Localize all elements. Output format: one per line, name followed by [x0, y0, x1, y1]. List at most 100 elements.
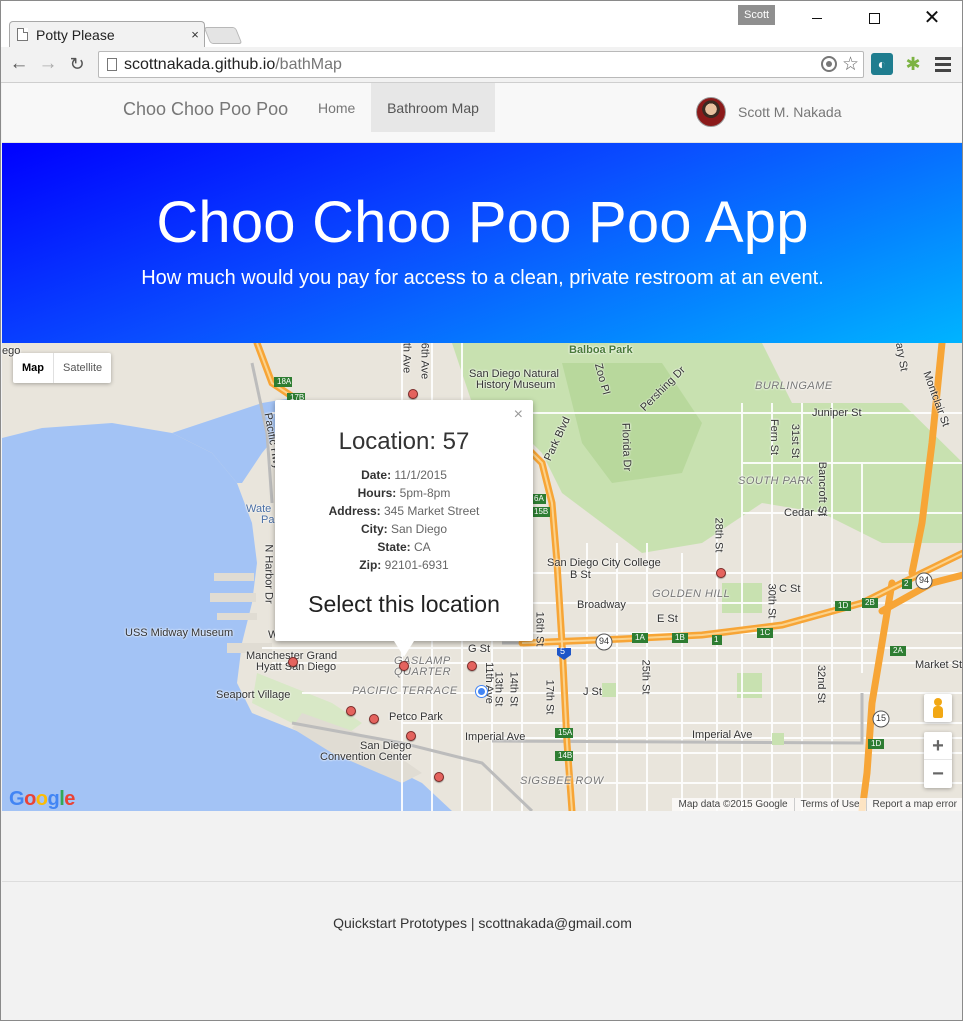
map-label: Imperial Ave: [465, 731, 526, 743]
exit-shield-label: 1B: [675, 633, 685, 642]
nav-item-bathroom-map[interactable]: Bathroom Map: [371, 83, 495, 132]
map-label: 4th Ave: [400, 343, 413, 374]
browser-toolbar: ← → ↻ scottnakada.github.io/bathMap ☆ ◐ …: [1, 47, 962, 83]
close-icon: ✕: [923, 7, 941, 29]
select-location-link[interactable]: Select this location: [275, 591, 533, 618]
exit-shield-label: 1D: [838, 601, 849, 610]
map-label: Balboa Park: [569, 344, 633, 356]
menu-icon[interactable]: [935, 54, 951, 74]
location-marker[interactable]: [369, 714, 379, 724]
location-marker[interactable]: [716, 568, 726, 578]
location-marker[interactable]: [288, 657, 298, 667]
location-target-icon[interactable]: [821, 56, 837, 72]
map-label: Seaport Village: [216, 689, 291, 701]
map-label: 31st St: [789, 423, 802, 459]
android-extension-icon[interactable]: ✱: [902, 53, 924, 75]
hero-subtitle: How much would you pay for access to a c…: [141, 267, 824, 289]
map-label: 28th St: [712, 517, 725, 553]
map-label: Petco Park: [389, 711, 443, 723]
brand-link[interactable]: Choo Choo Poo Poo: [123, 99, 288, 120]
extension-icon[interactable]: ◐: [871, 53, 893, 75]
street-view-pegman-icon[interactable]: [924, 694, 952, 722]
map-label: Broadway: [577, 599, 626, 611]
exit-shield-label: 15B: [534, 507, 549, 516]
map-label: N Harbor Dr: [262, 544, 275, 604]
map-label: Fern St: [768, 418, 781, 456]
google-map[interactable]: Map Satellite ego Balboa Park San Diego …: [2, 343, 962, 811]
zoom-control: + −: [924, 732, 952, 788]
detail-row-hours: Hours: 5pm-8pm: [357, 486, 451, 500]
minimize-icon: [812, 17, 822, 19]
maximize-button[interactable]: [851, 3, 897, 33]
map-label: 30th St: [765, 583, 778, 619]
route-shield-label: 94: [599, 636, 610, 646]
exit-shield-label: 18A: [277, 377, 292, 386]
location-marker[interactable]: [346, 706, 356, 716]
map-label: USS Midway Museum: [125, 627, 234, 639]
maximize-icon: [868, 12, 880, 24]
exit-shield-label: 6A: [534, 494, 544, 503]
location-marker[interactable]: [399, 661, 409, 671]
map-label: B St: [570, 569, 591, 581]
report-map-error-link[interactable]: Report a map error: [865, 798, 962, 811]
forward-arrow-icon[interactable]: →: [37, 53, 59, 75]
terms-of-use-link[interactable]: Terms of Use: [793, 798, 866, 811]
route-shield-label: 15: [876, 713, 887, 723]
map-label: History Museum: [476, 379, 556, 391]
map-data-credit: Map data ©2015 Google: [678, 799, 788, 810]
footer-text: Quickstart Prototypes | scottnakada@gmai…: [333, 915, 632, 931]
back-arrow-icon[interactable]: ←: [8, 53, 30, 75]
nav-item-home[interactable]: Home: [304, 83, 369, 132]
map-label: BURLINGAME: [755, 380, 833, 392]
profile-badge[interactable]: Scott: [738, 5, 776, 25]
google-logo[interactable]: Google: [9, 788, 75, 811]
hero-banner: Choo Choo Poo Poo App How much would you…: [2, 143, 962, 343]
browser-tab-content[interactable]: Potty Please ×: [15, 22, 203, 47]
site-navbar: Choo Choo Poo Poo Home Bathroom Map Scot…: [2, 83, 962, 143]
map-label: San Diego City College: [547, 557, 661, 569]
location-marker[interactable]: [406, 731, 416, 741]
location-marker[interactable]: [434, 772, 444, 782]
exit-shield-label: 1: [714, 635, 719, 644]
minimize-button[interactable]: [794, 3, 840, 33]
detail-row-state: State: CA: [377, 540, 431, 554]
location-marker[interactable]: [408, 389, 418, 399]
exit-shield-label: 2B: [865, 598, 875, 607]
exit-shield-label: 2A: [893, 646, 903, 655]
map-label: 17th St: [543, 679, 556, 715]
map-label: E St: [657, 613, 678, 625]
browser-window: Potty Please × Scott ✕ ← → ↻ scottnakada…: [0, 0, 963, 1021]
map-type-satellite-button[interactable]: Satellite: [54, 353, 111, 383]
detail-row-date: Date: 11/1/2015: [361, 468, 447, 482]
tab-title: Potty Please: [36, 26, 115, 43]
close-icon[interactable]: ×: [514, 406, 523, 424]
new-tab-button[interactable]: [203, 27, 243, 44]
my-location-dot: [476, 686, 487, 697]
reload-icon[interactable]: ↻: [66, 53, 88, 75]
url-text[interactable]: scottnakada.github.io/bathMap: [124, 56, 342, 74]
map-type-map-button[interactable]: Map: [13, 353, 54, 383]
exit-shield-label: 1A: [635, 633, 645, 642]
map-label: SOUTH PARK: [738, 475, 814, 487]
exit-shield-label: 2: [904, 579, 909, 588]
zoom-in-button[interactable]: +: [924, 732, 952, 760]
detail-row-zip: Zip: 92101-6931: [359, 558, 449, 572]
detail-row-address: Address: 345 Market Street: [328, 504, 480, 518]
address-bar[interactable]: scottnakada.github.io/bathMap ☆: [98, 51, 864, 78]
hero-title: Choo Choo Poo Poo App: [156, 190, 809, 255]
close-window-button[interactable]: ✕: [909, 3, 955, 33]
user-name[interactable]: Scott M. Nakada: [738, 104, 842, 120]
route-shield-label: 5: [560, 646, 566, 656]
map-label: 6th Ave: [418, 343, 431, 380]
page-icon: [107, 58, 117, 71]
avatar[interactable]: [696, 97, 726, 127]
map-label: J St: [583, 686, 602, 698]
detail-row-city: City: San Diego: [360, 522, 448, 536]
map-label: Juniper St: [812, 407, 862, 419]
bookmark-star-icon[interactable]: ☆: [842, 53, 859, 76]
map-label: 11th Ave: [482, 662, 495, 704]
map-label: 14th St: [507, 671, 520, 707]
zoom-out-button[interactable]: −: [924, 760, 952, 788]
tab-close-icon[interactable]: ×: [187, 27, 203, 42]
location-marker[interactable]: [467, 661, 477, 671]
